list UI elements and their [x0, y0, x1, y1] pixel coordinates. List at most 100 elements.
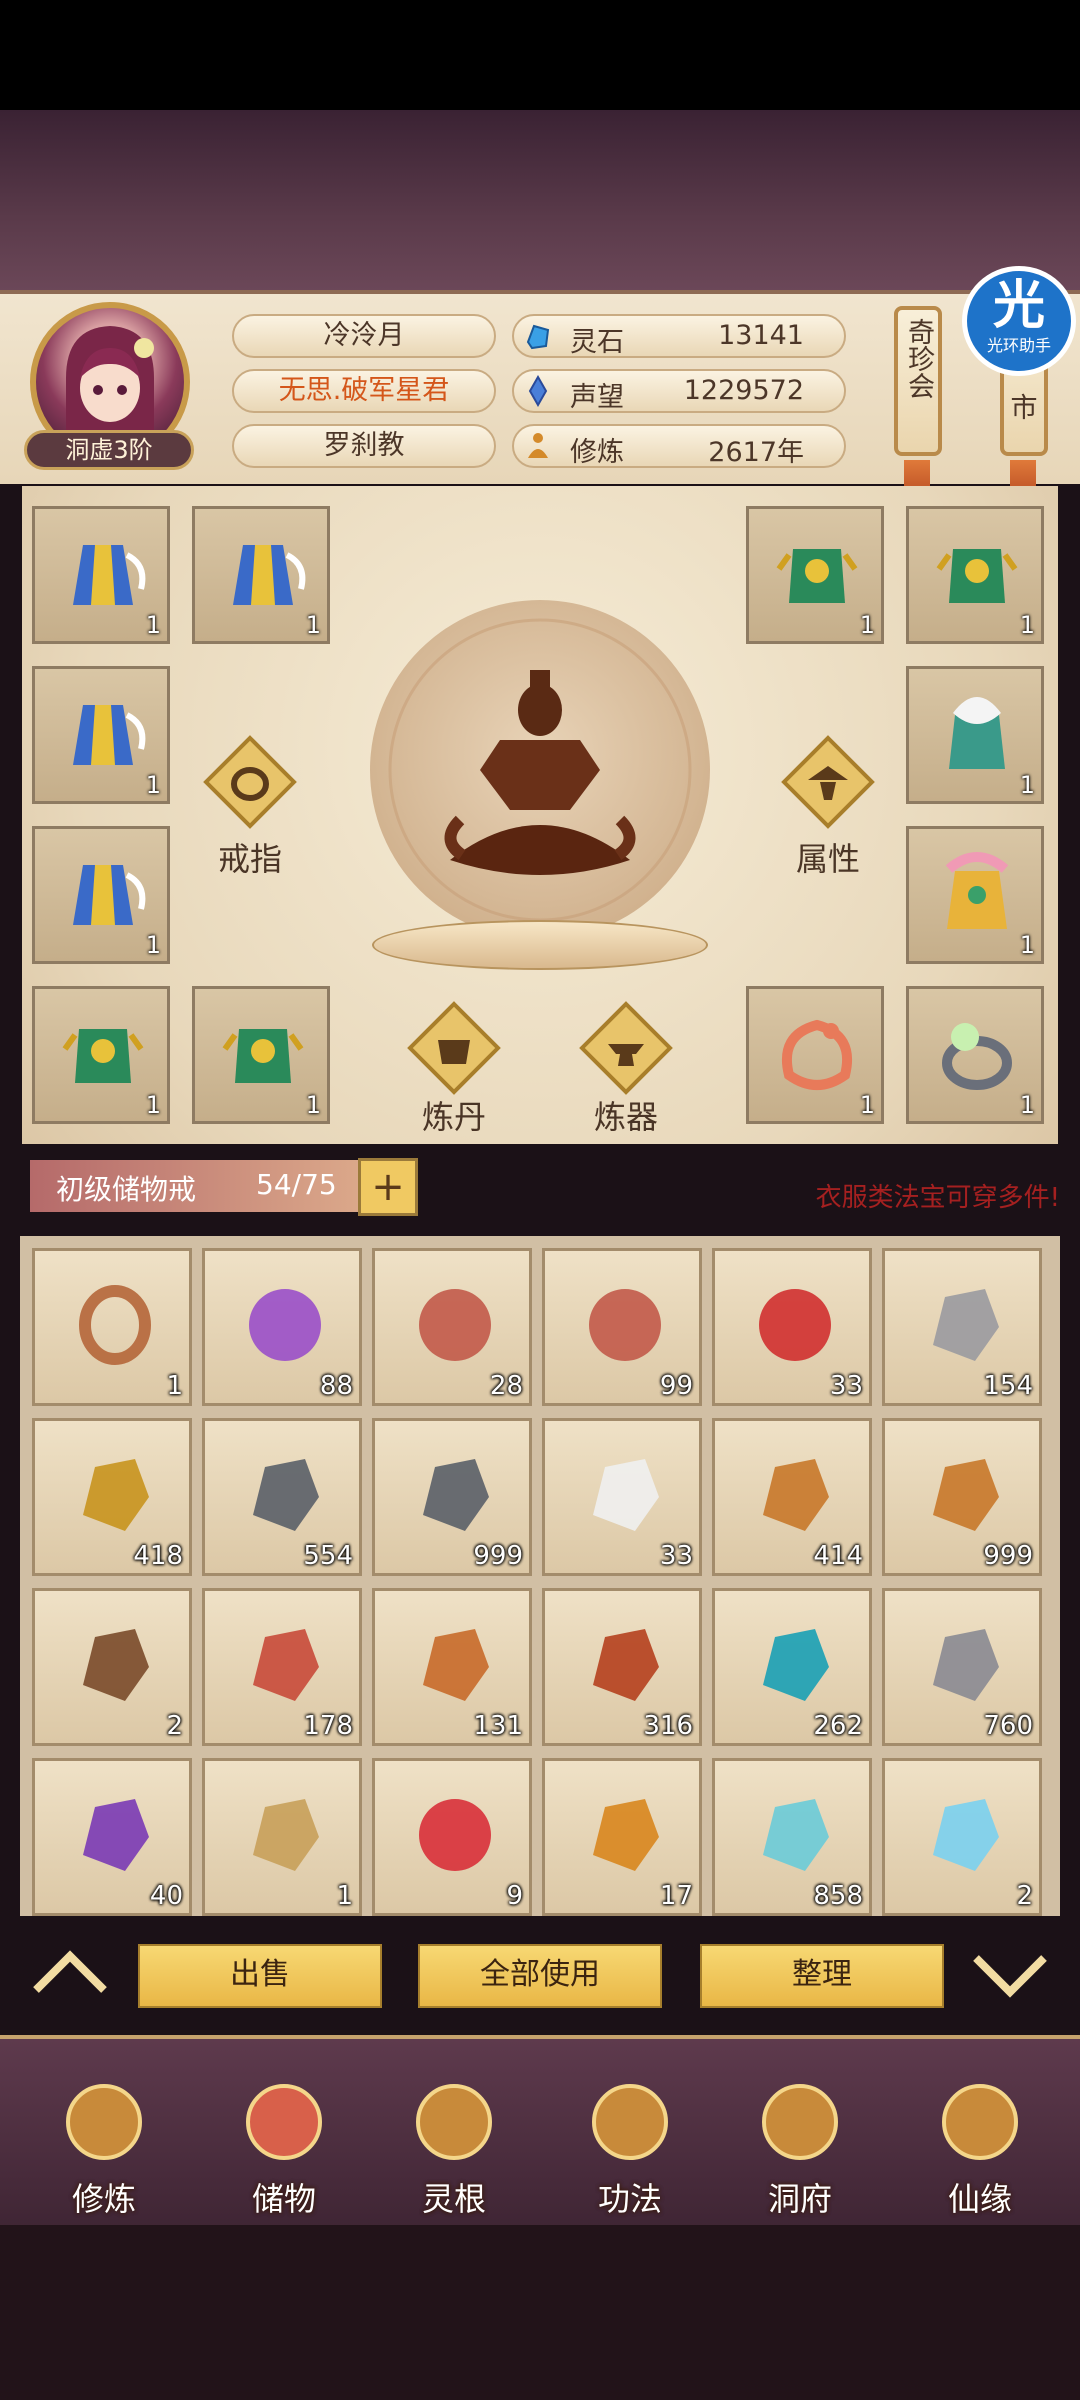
equip-slot[interactable]: 1: [32, 826, 170, 964]
immortal-fate-icon: [942, 2084, 1018, 2160]
attributes-button[interactable]: 属性: [768, 734, 888, 880]
equip-slot[interactable]: 1: [746, 986, 884, 1124]
item-count: 554: [303, 1541, 353, 1571]
item-count: 2: [166, 1711, 183, 1741]
blue-winged-robe-icon: [73, 865, 146, 925]
caterpillar-fungus-icon: [423, 1629, 489, 1701]
item-count: 760: [983, 1711, 1033, 1741]
equip-slot[interactable]: 1: [906, 986, 1044, 1124]
expand-storage-button[interactable]: +: [358, 1158, 418, 1216]
storage-ring-name: 初级储物戒: [56, 1173, 197, 1206]
inventory-item[interactable]: 418: [32, 1418, 192, 1576]
jade-armor-icon: [62, 1029, 144, 1083]
chevron-up-icon: [33, 1950, 107, 1993]
stat-value: 1229572: [683, 375, 804, 406]
spirit-bowl-icon: [933, 1799, 999, 1871]
inventory-item[interactable]: 858: [712, 1758, 872, 1916]
scroll-up-arrow[interactable]: [30, 1946, 110, 1996]
inventory-item[interactable]: 99: [542, 1248, 702, 1406]
inventory-item[interactable]: 414: [712, 1418, 872, 1576]
iron-ore-icon: [423, 1459, 489, 1531]
jade-armor-icon: [936, 549, 1018, 603]
gold-ore-icon: [83, 1459, 149, 1531]
nav-label: 仙缘: [947, 2180, 1012, 2218]
equip-slot[interactable]: 1: [32, 506, 170, 644]
inventory-item[interactable]: 40: [32, 1758, 192, 1916]
nav-item[interactable]: 灵根: [384, 2072, 524, 2232]
inventory-item[interactable]: 2: [882, 1758, 1042, 1916]
nav-item[interactable]: 修炼: [34, 2072, 174, 2232]
grey-stone-icon: [933, 1629, 999, 1701]
equip-slot[interactable]: 1: [192, 506, 330, 644]
scroll-down-arrow[interactable]: [970, 1950, 1050, 2000]
alchemy-button[interactable]: 炼丹: [394, 1000, 514, 1138]
pearl-ring-icon: [942, 1023, 1012, 1090]
alchemy-cauldron-icon: [407, 1001, 501, 1095]
player-title[interactable]: 无思.破军星君: [232, 369, 496, 413]
equip-slot[interactable]: 1: [746, 506, 884, 644]
inventory-item[interactable]: 262: [712, 1588, 872, 1746]
dragon-pendant-icon: [781, 1019, 853, 1090]
item-count: 1: [145, 931, 161, 959]
inventory-item[interactable]: 1: [32, 1248, 192, 1406]
equip-slot[interactable]: 1: [906, 666, 1044, 804]
inventory-item[interactable]: 131: [372, 1588, 532, 1746]
inventory-item[interactable]: 1: [202, 1758, 362, 1916]
inventory-item[interactable]: 178: [202, 1588, 362, 1746]
purple-orb-icon: [249, 1289, 321, 1361]
player-sect[interactable]: 罗刹教: [232, 424, 496, 468]
inventory-item[interactable]: 554: [202, 1418, 362, 1576]
storage-capacity: 54/75: [256, 1168, 337, 1201]
inventory-item[interactable]: 17: [542, 1758, 702, 1916]
sort-button[interactable]: 整理: [700, 1944, 944, 2008]
assist-app-badge[interactable]: 光 光环助手: [962, 266, 1076, 376]
nav-item[interactable]: 功法: [560, 2072, 700, 2232]
treasure-pavilion-button[interactable]: 奇珍会: [894, 306, 942, 456]
inventory-item[interactable]: 2: [32, 1588, 192, 1746]
equip-slot[interactable]: 1: [906, 506, 1044, 644]
inventory-item[interactable]: 33: [712, 1248, 872, 1406]
nav-item[interactable]: 仙缘: [910, 2072, 1050, 2232]
item-count: 262: [813, 1711, 863, 1741]
stat-value: 2617年: [708, 437, 804, 468]
nav-item[interactable]: 储物: [214, 2072, 354, 2232]
equip-slot[interactable]: 1: [906, 826, 1044, 964]
inventory-item[interactable]: 88: [202, 1248, 362, 1406]
nav-label: 洞府: [767, 2180, 832, 2218]
equip-slot[interactable]: 1: [32, 666, 170, 804]
equip-slot[interactable]: 1: [32, 986, 170, 1124]
sell-button[interactable]: 出售: [138, 1944, 382, 2008]
equip-slot[interactable]: 1: [192, 986, 330, 1124]
ginseng-root-icon: [933, 1459, 999, 1531]
nav-item[interactable]: 洞府: [730, 2072, 870, 2232]
jade-armor-icon: [222, 1029, 304, 1083]
golden-pink-robe-icon: [945, 852, 1009, 929]
spirit-root-icon: [416, 2084, 492, 2160]
stat-cultivation: 修炼 2617年: [512, 424, 846, 468]
inventory-item[interactable]: 154: [882, 1248, 1042, 1406]
inventory-item[interactable]: 999: [372, 1418, 532, 1576]
red-orb-pedestal-icon: [759, 1289, 831, 1361]
iron-ore-icon: [253, 1459, 319, 1531]
storage-bag-icon: [246, 2084, 322, 2160]
inventory-item[interactable]: 316: [542, 1588, 702, 1746]
forging-button[interactable]: 炼器: [566, 1000, 686, 1138]
inventory-item[interactable]: 28: [372, 1248, 532, 1406]
inventory-item[interactable]: 760: [882, 1588, 1042, 1746]
item-count: 1: [145, 611, 161, 639]
inventory-item[interactable]: 9: [372, 1758, 532, 1916]
nav-label: 储物: [251, 2180, 316, 2218]
status-bar-area: [0, 0, 1080, 110]
ring-button[interactable]: 戒指: [190, 734, 310, 880]
inventory-item[interactable]: 999: [882, 1418, 1042, 1576]
use-all-button[interactable]: 全部使用: [418, 1944, 662, 2008]
item-count: 88: [319, 1371, 353, 1401]
silver-ore-icon: [933, 1289, 999, 1361]
inventory-item[interactable]: 33: [542, 1418, 702, 1576]
elixir-bottle-icon: [763, 1799, 829, 1871]
item-count: 1: [1019, 1091, 1035, 1119]
item-count: 1: [859, 611, 875, 639]
red-flower-herb-icon: [253, 1629, 319, 1701]
item-count: 1: [1019, 771, 1035, 799]
herb-root-icon: [83, 1629, 149, 1701]
